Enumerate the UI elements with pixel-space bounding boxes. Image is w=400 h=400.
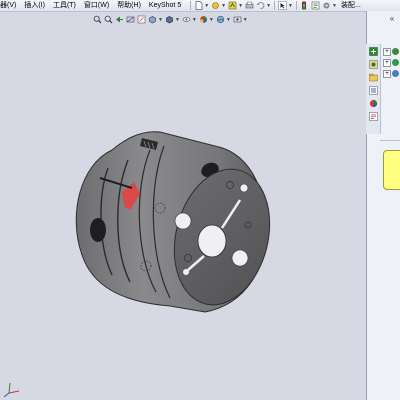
standard-toolbar: ▼ ▼ ▼ ▼ ▼ ▼ 装配... bbox=[188, 0, 366, 11]
chevron-down-icon[interactable]: ▼ bbox=[221, 3, 226, 9]
view-settings-icon[interactable] bbox=[233, 15, 242, 24]
view-orientation-icon[interactable] bbox=[148, 15, 157, 24]
collapse-pane-button[interactable]: « bbox=[386, 13, 398, 25]
view-palette-icon[interactable] bbox=[368, 85, 378, 95]
display-style-icon[interactable] bbox=[165, 15, 174, 24]
globe-icon bbox=[392, 48, 399, 55]
design-library-icon[interactable] bbox=[368, 59, 378, 69]
print-icon[interactable] bbox=[245, 1, 254, 10]
triad-y-axis bbox=[8, 382, 11, 394]
section-view-icon[interactable] bbox=[126, 15, 135, 24]
slit-end-hole bbox=[183, 269, 189, 275]
tree-row[interactable]: + bbox=[383, 68, 400, 79]
chevron-down-icon[interactable]: ▼ bbox=[266, 3, 271, 9]
zoom-area-icon[interactable] bbox=[104, 15, 113, 24]
chevron-down-icon[interactable]: ▼ bbox=[238, 3, 243, 9]
heads-up-view-toolbar: ▼ ▼ ▼ ▼ ▼ ▼ bbox=[92, 14, 249, 25]
options-icon[interactable] bbox=[211, 1, 220, 10]
hide-show-icon[interactable] bbox=[182, 15, 191, 24]
triad-x-axis bbox=[8, 390, 20, 394]
menu-view[interactable]: 器(V) bbox=[0, 0, 21, 11]
appearances-icon[interactable] bbox=[368, 98, 378, 108]
expand-icon[interactable]: + bbox=[383, 69, 391, 78]
custom-properties-icon[interactable] bbox=[368, 111, 378, 121]
chevron-down-icon[interactable]: ▼ bbox=[158, 17, 163, 23]
file-properties-icon[interactable] bbox=[311, 1, 320, 10]
traffic-light-icon[interactable] bbox=[300, 1, 309, 10]
dynamic-annotation-icon[interactable] bbox=[137, 15, 146, 24]
chevron-down-icon[interactable]: ▼ bbox=[204, 3, 209, 9]
chevron-down-icon[interactable]: ▼ bbox=[175, 17, 180, 23]
previous-view-icon[interactable] bbox=[115, 15, 124, 24]
face-hole-top bbox=[239, 183, 249, 193]
new-document-icon[interactable] bbox=[194, 1, 203, 10]
face-hole-left bbox=[174, 212, 192, 230]
undo-icon[interactable] bbox=[256, 1, 265, 10]
reference-triad bbox=[3, 382, 20, 398]
menu-window[interactable]: 窗口(W) bbox=[81, 0, 114, 11]
menu-tools[interactable]: 工具(T) bbox=[50, 0, 81, 11]
file-explorer-icon[interactable] bbox=[368, 72, 378, 82]
face-hole-right bbox=[231, 249, 249, 267]
task-pane-tree: + + + bbox=[383, 46, 400, 86]
apply-scene-icon[interactable] bbox=[216, 15, 225, 24]
menu-keyshot[interactable]: KeyShot 5 bbox=[146, 0, 186, 11]
side-hole-left bbox=[90, 218, 106, 242]
menu-insert[interactable]: 插入(I) bbox=[21, 0, 50, 11]
rebuild-icon[interactable] bbox=[228, 1, 237, 10]
solidworks-resources-icon[interactable] bbox=[368, 46, 378, 56]
task-pane-tabs bbox=[366, 44, 381, 134]
tree-row[interactable]: + bbox=[383, 57, 400, 68]
chevron-down-icon[interactable]: ▼ bbox=[226, 17, 231, 23]
toolbar-separator bbox=[295, 1, 297, 10]
edit-appearance-icon[interactable] bbox=[199, 15, 208, 24]
chevron-down-icon[interactable]: ▼ bbox=[332, 3, 337, 9]
task-pane-note[interactable] bbox=[383, 150, 400, 190]
chevron-down-icon[interactable]: ▼ bbox=[192, 17, 197, 23]
options-gear-icon[interactable] bbox=[322, 1, 331, 10]
globe-icon bbox=[392, 70, 399, 77]
chevron-down-icon[interactable]: ▼ bbox=[209, 17, 214, 23]
zoom-to-fit-icon[interactable] bbox=[93, 15, 102, 24]
toolbar-separator bbox=[190, 1, 192, 10]
globe-icon bbox=[392, 59, 399, 66]
expand-icon[interactable]: + bbox=[383, 58, 391, 67]
triad-z-axis bbox=[3, 392, 10, 398]
graphics-area[interactable] bbox=[0, 0, 360, 400]
menu-assembly-overflow[interactable]: 装配... bbox=[338, 0, 366, 11]
tree-row[interactable]: + bbox=[383, 46, 400, 57]
coupling-model[interactable] bbox=[75, 131, 283, 315]
expand-icon[interactable]: + bbox=[383, 47, 391, 56]
menu-help[interactable]: 帮助(H) bbox=[114, 0, 146, 11]
chevron-down-icon[interactable]: ▼ bbox=[243, 17, 248, 23]
pane-divider[interactable] bbox=[380, 140, 400, 141]
select-icon[interactable] bbox=[278, 1, 287, 10]
toolbar-separator bbox=[274, 1, 276, 10]
chevron-down-icon[interactable]: ▼ bbox=[288, 3, 293, 9]
center-bore bbox=[197, 224, 227, 258]
menu-bar: 器(V) 插入(I) 工具(T) 窗口(W) 帮助(H) KeyShot 5 ▼… bbox=[0, 0, 400, 12]
